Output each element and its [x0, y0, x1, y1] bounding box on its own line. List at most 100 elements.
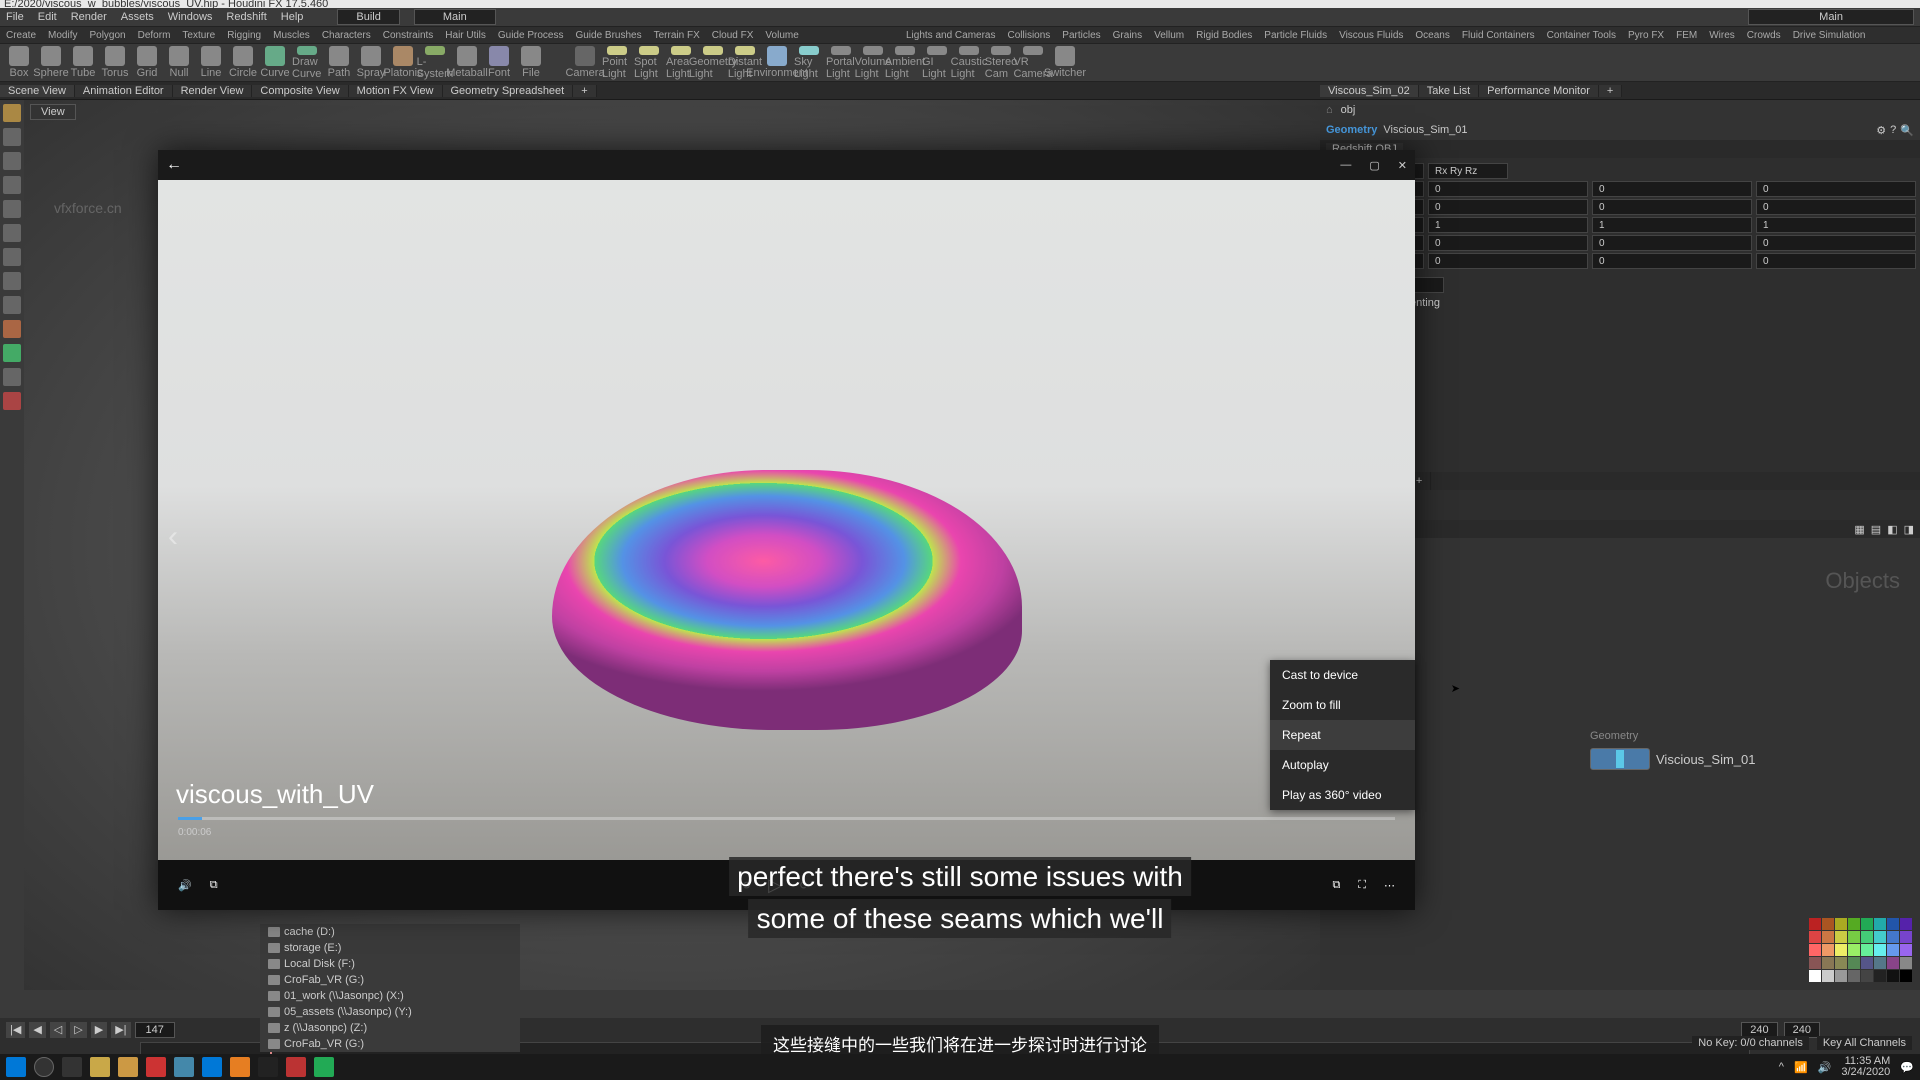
shelf-tool[interactable]: Torus — [100, 46, 130, 80]
shelf-tool[interactable]: Caustic Light — [954, 46, 984, 80]
tab-geomspread[interactable]: Geometry Spreadsheet — [443, 85, 574, 97]
shelf-tab[interactable]: Particles — [1056, 27, 1106, 43]
shelf-tool[interactable]: Grid — [132, 46, 162, 80]
app-icon[interactable] — [146, 1057, 166, 1077]
shelf-tab[interactable]: Oceans — [1409, 27, 1455, 43]
shelf-tool[interactable]: File — [516, 46, 546, 80]
notification-icon[interactable]: 💬 — [1900, 1061, 1914, 1074]
shelf-tool[interactable]: Portal Light — [826, 46, 856, 80]
color-swatch[interactable] — [1900, 957, 1912, 969]
color-swatch[interactable] — [1887, 957, 1899, 969]
color-swatch[interactable] — [1874, 944, 1886, 956]
tool-icon[interactable] — [3, 272, 21, 290]
play-back-icon[interactable]: ◁ — [50, 1022, 66, 1038]
rotation-order[interactable]: Rx Ry Rz — [1428, 163, 1508, 179]
param-field[interactable]: 0 — [1428, 199, 1588, 215]
tab-anim-editor[interactable]: Animation Editor — [75, 85, 173, 97]
shelf-tab[interactable]: Vellum — [1148, 27, 1190, 43]
color-swatch[interactable] — [1874, 918, 1886, 930]
shelf-tab[interactable]: Wires — [1703, 27, 1741, 43]
shelf-tab[interactable]: Guide Brushes — [569, 27, 647, 43]
prev-frame-icon[interactable]: ◀ — [29, 1022, 45, 1038]
tree-item[interactable]: CroFab_VR (G:) — [260, 1036, 520, 1052]
shelf-tab[interactable]: Crowds — [1741, 27, 1787, 43]
param-field[interactable]: 0 — [1756, 253, 1916, 269]
menu-zoom[interactable]: Zoom to fill — [1270, 690, 1415, 720]
color-swatch[interactable] — [1822, 931, 1834, 943]
shelf-tab[interactable]: Pyro FX — [1622, 27, 1670, 43]
tool-icon[interactable] — [3, 320, 21, 338]
color-swatch[interactable] — [1822, 957, 1834, 969]
shelf-tool[interactable]: Spray — [356, 46, 386, 80]
color-swatch[interactable] — [1835, 970, 1847, 982]
color-swatch[interactable] — [1861, 931, 1873, 943]
shelf-tool[interactable]: Circle — [228, 46, 258, 80]
tab-render-view[interactable]: Render View — [173, 85, 253, 97]
color-swatch[interactable] — [1861, 970, 1873, 982]
menu-redshift[interactable]: Redshift — [226, 11, 266, 23]
first-frame-icon[interactable]: |◀ — [6, 1022, 25, 1038]
color-swatch[interactable] — [1874, 970, 1886, 982]
tab-composite[interactable]: Composite View — [252, 85, 348, 97]
net-toolbar-icon[interactable]: ◨ — [1904, 523, 1914, 536]
shelf-tab[interactable]: Drive Simulation — [1787, 27, 1872, 43]
param-field[interactable]: 0 — [1756, 199, 1916, 215]
color-swatch[interactable] — [1861, 957, 1873, 969]
shelf-tool[interactable]: Draw Curve — [292, 46, 322, 80]
param-field[interactable]: 0 — [1592, 199, 1752, 215]
color-swatch[interactable] — [1835, 957, 1847, 969]
param-field[interactable]: 0 — [1592, 235, 1752, 251]
shelf-tool[interactable]: Environment — [762, 46, 792, 80]
net-toolbar-icon[interactable]: ▤ — [1871, 523, 1881, 536]
path-crumb[interactable]: obj — [1341, 104, 1356, 116]
color-swatch[interactable] — [1887, 918, 1899, 930]
param-field[interactable]: 0 — [1428, 181, 1588, 197]
shelf-tab[interactable]: Volume — [759, 27, 804, 43]
more-icon[interactable]: ⋯ — [1384, 879, 1395, 892]
play-fwd-icon[interactable]: ▷ — [70, 1022, 86, 1038]
prev-icon[interactable]: ‹ — [168, 520, 178, 554]
tree-item[interactable]: storage (E:) — [260, 940, 520, 956]
houdini-icon[interactable] — [230, 1057, 250, 1077]
shelf-tab[interactable]: Modify — [42, 27, 83, 43]
tree-item[interactable]: cache (D:) — [260, 924, 520, 940]
app-icon[interactable] — [314, 1057, 334, 1077]
net-toolbar-icon[interactable]: ◧ — [1887, 523, 1897, 536]
shelf-tab[interactable]: Create — [0, 27, 42, 43]
shelf-tab[interactable]: Hair Utils — [439, 27, 492, 43]
tool-icon[interactable] — [3, 368, 21, 386]
taskview-icon[interactable] — [62, 1057, 82, 1077]
tool-icon[interactable] — [3, 128, 21, 146]
color-swatch[interactable] — [1822, 970, 1834, 982]
minimize-icon[interactable]: — — [1340, 159, 1351, 172]
shelf-tool[interactable]: Tube — [68, 46, 98, 80]
color-swatch[interactable] — [1900, 931, 1912, 943]
cortana-icon[interactable] — [34, 1057, 54, 1077]
app-icon[interactable] — [174, 1057, 194, 1077]
tray-up-icon[interactable]: ^ — [1779, 1061, 1784, 1073]
search-icon[interactable]: 🔍 — [1900, 124, 1914, 137]
shelf-tab[interactable]: Texture — [176, 27, 221, 43]
shelf-tab[interactable]: Constraints — [377, 27, 440, 43]
shelf-tool[interactable]: Font — [484, 46, 514, 80]
frame-input[interactable]: 147 — [135, 1022, 175, 1038]
shelf-tab[interactable]: Grains — [1107, 27, 1148, 43]
shelf-tab[interactable]: Terrain FX — [648, 27, 706, 43]
menu-autoplay[interactable]: Autoplay — [1270, 750, 1415, 780]
shelf-tool[interactable]: Null — [164, 46, 194, 80]
shelf-tool[interactable]: GI Light — [922, 46, 952, 80]
menu-edit[interactable]: Edit — [38, 11, 57, 23]
player-titlebar[interactable]: ← — ▢ ✕ — [158, 150, 1415, 180]
tool-icon[interactable] — [3, 296, 21, 314]
color-swatch[interactable] — [1848, 970, 1860, 982]
color-swatch[interactable] — [1822, 918, 1834, 930]
param-field[interactable]: 1 — [1756, 217, 1916, 233]
geometry-node[interactable]: Geometry Viscious_Sim_01 — [1590, 748, 1755, 770]
color-swatch[interactable] — [1809, 957, 1821, 969]
color-swatch[interactable] — [1809, 931, 1821, 943]
param-field[interactable]: 0 — [1428, 253, 1588, 269]
tab-add[interactable]: + — [1599, 85, 1622, 97]
menu-cast[interactable]: Cast to device — [1270, 660, 1415, 690]
app-icon[interactable] — [118, 1057, 138, 1077]
key-all[interactable]: Key All Channels — [1817, 1036, 1912, 1050]
